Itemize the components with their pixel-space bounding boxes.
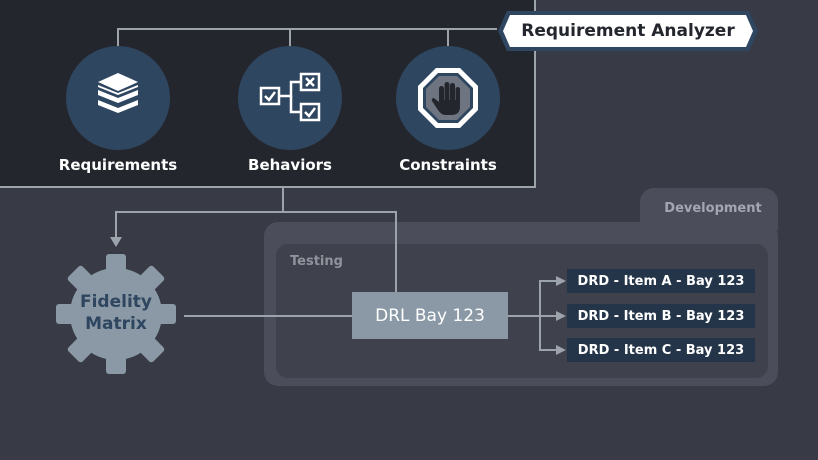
requirements-label: Requirements [58, 156, 178, 174]
requirement-analyzer-title: Requirement Analyzer [521, 21, 735, 41]
fidelity-matrix-label: Fidelity Matrix [56, 291, 176, 335]
stacked-layers-icon [98, 73, 138, 113]
requirement-analyzer-badge: Requirement Analyzer [497, 10, 759, 52]
development-label: Development [664, 201, 762, 216]
drd-item-c: DRD - Item C - Bay 123 [567, 338, 755, 362]
drd-item-b: DRD - Item B - Bay 123 [567, 304, 755, 328]
fidelity-matrix-line2: Matrix [85, 314, 147, 334]
checklist-flow-icon [259, 72, 321, 122]
constraints-icon-circle [396, 46, 500, 150]
behaviors-label: Behaviors [248, 156, 332, 174]
testing-label: Testing [290, 254, 343, 269]
fidelity-matrix: Fidelity Matrix [56, 252, 176, 376]
matrix-arrowhead [110, 237, 122, 247]
fidelity-matrix-line1: Fidelity [79, 292, 152, 312]
stop-hand-icon [418, 68, 478, 128]
analyzer-to-matrix-connector [115, 188, 284, 238]
requirements-icon-circle [66, 46, 170, 150]
behaviors-icon-circle [238, 46, 342, 150]
drl-box: DRL Bay 123 [352, 292, 508, 339]
drd-item-a: DRD - Item A - Bay 123 [567, 269, 755, 293]
constraints-label: Constraints [399, 156, 497, 174]
